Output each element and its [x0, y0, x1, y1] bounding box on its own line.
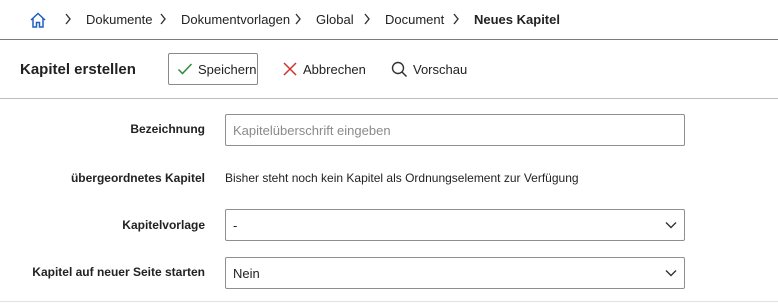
breadcrumb-item-dokumente[interactable]: Dokumente — [86, 12, 152, 28]
chevron-right-icon — [452, 13, 460, 25]
chevron-right-icon — [64, 13, 72, 25]
preview-button[interactable]: Vorschau — [391, 53, 481, 85]
divider — [0, 98, 778, 99]
breadcrumb-current: Neues Kapitel — [474, 12, 560, 27]
new-page-value: Nein — [233, 265, 260, 281]
parent-chapter-info: Bisher steht noch kein Kapitel als Ordnu… — [225, 171, 579, 185]
save-button[interactable]: Speichern — [168, 53, 258, 85]
breadcrumb-item-dokumentvorlagen[interactable]: Dokumentvorlagen — [181, 12, 290, 28]
breadcrumb: Dokumente Dokumentvorlagen Global Docume… — [0, 0, 778, 39]
chevron-right-icon — [363, 13, 371, 25]
cancel-button-label: Abbrechen — [303, 61, 366, 77]
bezeichnung-input[interactable] — [225, 114, 685, 146]
chevron-right-icon — [294, 13, 302, 25]
breadcrumb-item-global[interactable]: Global — [316, 12, 354, 28]
divider — [0, 301, 778, 302]
new-page-label: Kapitel auf neuer Seite starten — [32, 265, 205, 279]
breadcrumb-item-document[interactable]: Document — [385, 12, 444, 28]
chapter-template-value: - — [233, 217, 238, 233]
save-button-label: Speichern — [198, 61, 257, 77]
new-page-select[interactable]: Nein — [225, 257, 685, 289]
chevron-right-icon — [159, 13, 167, 25]
cancel-button[interactable]: Abbrechen — [282, 53, 372, 85]
check-icon — [177, 63, 193, 75]
chevron-down-icon — [665, 270, 677, 277]
search-icon — [391, 61, 408, 77]
chapter-template-select[interactable]: - — [225, 209, 685, 241]
chevron-down-icon — [665, 222, 677, 229]
home-icon[interactable] — [29, 11, 47, 29]
page-title: Kapitel erstellen — [20, 61, 136, 78]
close-icon — [283, 62, 297, 76]
chapter-template-label: Kapitelvorlage — [122, 218, 205, 232]
toolbar: Kapitel erstellen Speichern Abbrechen Vo… — [0, 40, 778, 98]
bezeichnung-label: Bezeichnung — [130, 122, 205, 136]
preview-button-label: Vorschau — [413, 61, 468, 77]
parent-chapter-label: übergeordnetes Kapitel — [70, 171, 205, 185]
